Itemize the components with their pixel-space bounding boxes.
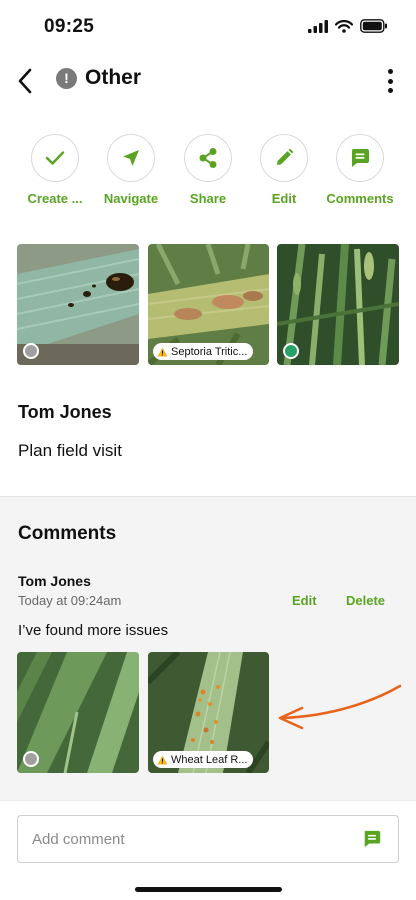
navigate-icon [123, 150, 139, 166]
check-icon [45, 151, 65, 165]
navigate-label: Navigate [103, 191, 159, 206]
disease-tag-label: Wheat Leaf R... [171, 753, 248, 766]
comment-icon [351, 149, 369, 167]
comment-delete-button[interactable]: Delete [346, 593, 385, 608]
disease-tag: Wheat Leaf R... [153, 751, 254, 768]
comment-text: I’ve found more issues [18, 622, 169, 639]
page-title: Other [85, 66, 142, 89]
title-group: ! Other [56, 66, 141, 90]
comments-heading: Comments [18, 523, 117, 544]
cellular-signal-icon [308, 19, 328, 33]
comment-composer [0, 800, 416, 900]
disease-tag-label: Septoria Tritic... [171, 345, 248, 358]
status-time: 09:25 [44, 16, 95, 37]
warning-icon [157, 347, 168, 356]
comment-input-box [17, 815, 399, 863]
note-text: Plan field visit [18, 441, 122, 460]
add-comment-input[interactable] [32, 830, 360, 848]
more-options-button[interactable] [382, 66, 398, 96]
disease-tag: Septoria Tritic... [153, 343, 254, 360]
pencil-icon [277, 148, 294, 165]
comments-button[interactable]: Comments [315, 134, 405, 206]
wifi-icon [335, 19, 353, 33]
header: ! Other [0, 58, 416, 104]
photo-thumbnail[interactable] [17, 244, 139, 365]
dot [387, 69, 393, 74]
photo-thumbnail[interactable]: Septoria Tritic... [148, 244, 269, 365]
photo-thumbnail[interactable] [277, 244, 399, 365]
comment-icon [364, 830, 381, 848]
back-button[interactable] [10, 64, 40, 98]
share-icon [199, 148, 217, 168]
comments-section: Comments Tom Jones Today at 09:24am Edit… [0, 496, 416, 806]
share-circle [184, 134, 232, 182]
comment-timestamp: Today at 09:24am [18, 593, 122, 608]
dot [387, 78, 393, 84]
comments-circle [336, 134, 384, 182]
chevron-left-icon [18, 68, 32, 94]
info-icon: ! [56, 67, 77, 89]
status-marker [283, 343, 299, 359]
home-indicator [135, 887, 282, 892]
status-marker [23, 343, 39, 359]
action-bar: Create ... Navigate Share Edit Comments [0, 134, 416, 214]
status-bar: 09:25 [0, 0, 416, 54]
status-marker [23, 751, 39, 767]
create-label: Create ... [27, 191, 83, 206]
edit-label: Edit [271, 191, 297, 206]
create-circle [31, 134, 79, 182]
post-comment-button[interactable] [360, 827, 384, 851]
annotation-arrow [278, 684, 402, 730]
comment-edit-button[interactable]: Edit [292, 593, 317, 608]
comment-photo-thumbnail[interactable] [17, 652, 139, 773]
comment-photo-thumbnail[interactable]: Wheat Leaf R... [148, 652, 269, 773]
navigate-circle [107, 134, 155, 182]
battery-icon [360, 19, 387, 33]
edit-circle [260, 134, 308, 182]
dot [387, 88, 393, 93]
comment-author: Tom Jones [18, 573, 91, 589]
note-author: Tom Jones [18, 402, 112, 422]
status-icons [308, 19, 388, 33]
share-label: Share [189, 191, 227, 206]
warning-icon [157, 755, 168, 764]
comments-label: Comments [326, 191, 394, 206]
